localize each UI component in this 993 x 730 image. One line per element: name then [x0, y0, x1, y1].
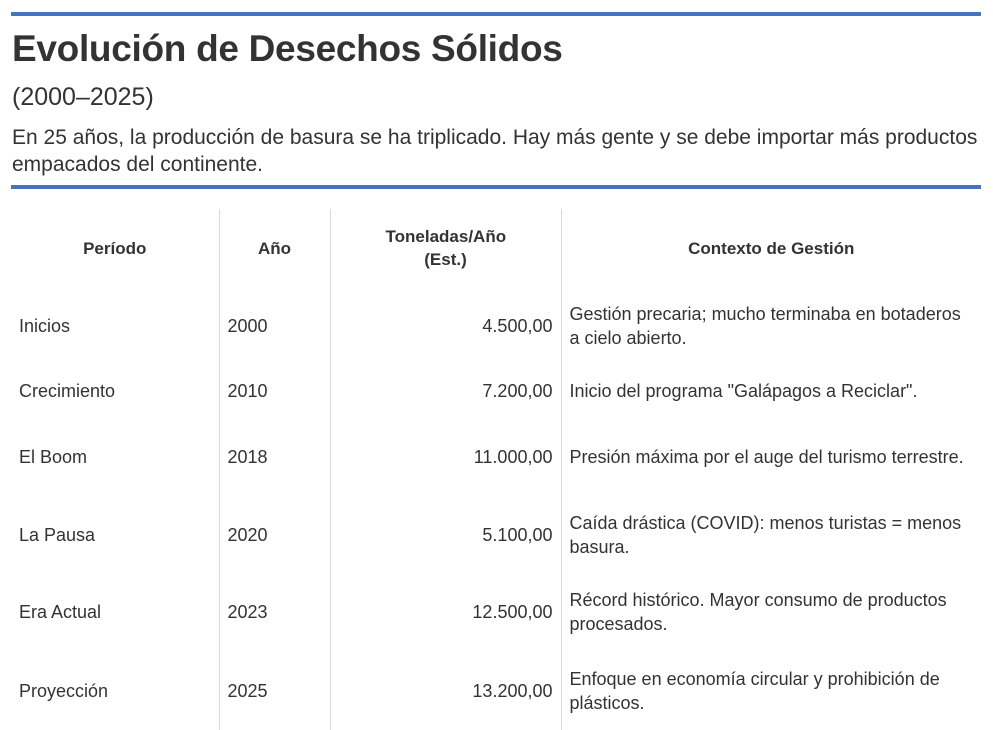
- cell-contexto: Gestión precaria; mucho terminaba en bot…: [560, 287, 981, 365]
- column-header-toneladas-label: Toneladas/Año (Est.): [385, 227, 507, 269]
- table-row: La Pausa 2020 5.100,00 Caída drástica (C…: [11, 497, 981, 572]
- cell-contexto: Presión máxima por el auge del turismo t…: [560, 417, 981, 497]
- table-row: Proyección 2025 13.200,00 Enfoque en eco…: [11, 652, 981, 730]
- cell-toneladas: 5.100,00: [329, 497, 561, 572]
- table-header-row: Período Año Toneladas/Año (Est.) Context…: [11, 209, 981, 287]
- waste-table: Período Año Toneladas/Año (Est.) Context…: [11, 209, 981, 730]
- cell-periodo: El Boom: [19, 447, 88, 467]
- top-accent-rule: [11, 12, 981, 16]
- table-row: Era Actual 2023 12.500,00 Récord históri…: [11, 572, 981, 652]
- column-header-anio: Año: [218, 209, 330, 287]
- cell-anio: 2025: [218, 652, 330, 730]
- cell-periodo: Era Actual: [19, 602, 102, 622]
- page-description: En 25 años, la producción de basura se h…: [12, 126, 978, 176]
- cell-periodo: Proyección: [19, 681, 109, 701]
- column-header-contexto: Contexto de Gestión: [560, 209, 981, 287]
- cell-anio: 2010: [218, 365, 330, 417]
- cell-anio: 2023: [218, 572, 330, 652]
- cell-contexto: Enfoque en economía circular y prohibici…: [560, 652, 981, 730]
- page-subtitle: (2000–2025): [12, 83, 154, 111]
- cell-toneladas: 11.000,00: [329, 417, 561, 497]
- column-header-toneladas: Toneladas/Año (Est.): [329, 209, 561, 287]
- cell-contexto: Récord histórico. Mayor consumo de produ…: [560, 572, 981, 652]
- cell-periodo: Inicios: [19, 316, 71, 336]
- table-row: Crecimiento 2010 7.200,00 Inicio del pro…: [11, 365, 981, 417]
- table-row: El Boom 2018 11.000,00 Presión máxima po…: [11, 417, 981, 497]
- cell-toneladas: 7.200,00: [329, 365, 561, 417]
- cell-periodo: La Pausa: [19, 524, 96, 545]
- cell-anio: 2020: [218, 497, 330, 572]
- column-header-periodo: Período: [83, 238, 147, 258]
- table-row: Inicios 2000 4.500,00 Gestión precaria; …: [11, 287, 981, 365]
- cell-anio: 2018: [218, 417, 330, 497]
- cell-contexto: Inicio del programa "Galápagos a Recicla…: [560, 365, 981, 417]
- bottom-accent-rule: [11, 185, 981, 189]
- cell-anio: 2000: [218, 287, 330, 365]
- cell-toneladas: 13.200,00: [329, 652, 561, 730]
- page-title: Evolución de Desechos Sólidos: [12, 28, 563, 69]
- cell-toneladas: 4.500,00: [329, 287, 561, 365]
- cell-toneladas: 12.500,00: [329, 572, 561, 652]
- cell-periodo: Crecimiento: [19, 381, 116, 401]
- cell-contexto: Caída drástica (COVID): menos turistas =…: [560, 497, 981, 572]
